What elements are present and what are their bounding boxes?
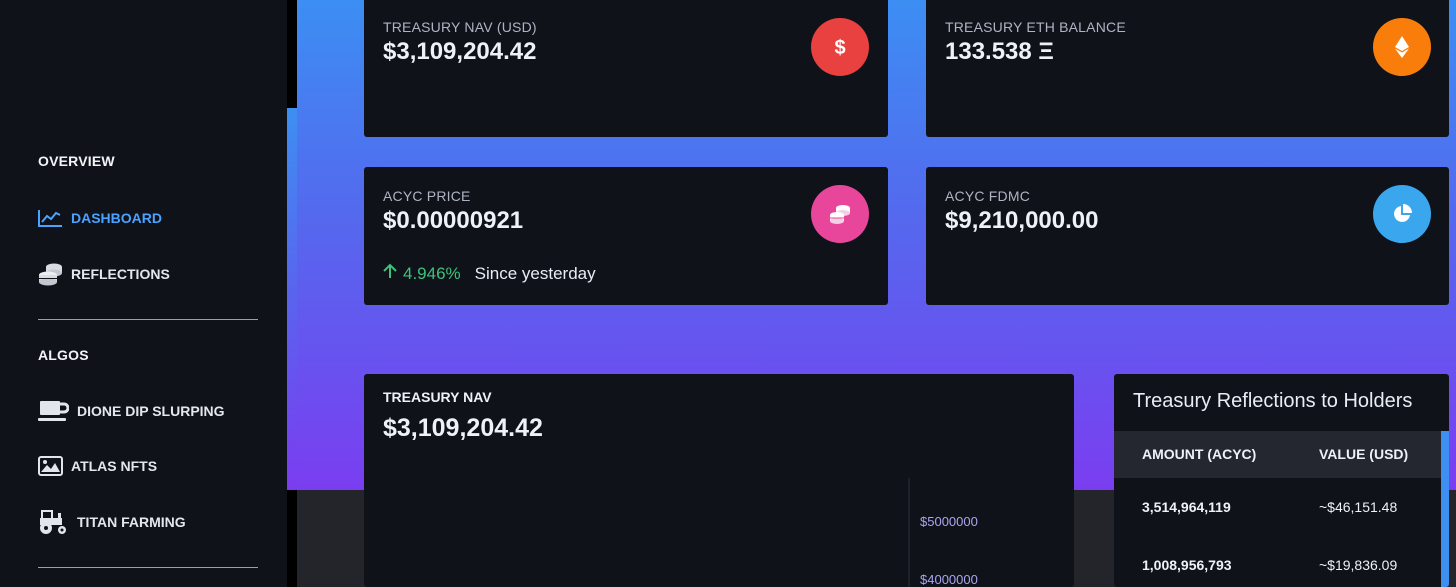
pie-chart-icon	[1373, 185, 1431, 243]
card-label: ACYC PRICE	[383, 188, 471, 204]
cell-value: ~$19,836.09	[1319, 557, 1398, 573]
coins-icon	[38, 262, 63, 286]
section-title-overview: OVERVIEW	[38, 153, 115, 169]
price-change-since: Since yesterday	[474, 263, 596, 283]
y-tick-label: $4000000	[920, 572, 978, 587]
section-title-algos: ALGOS	[38, 347, 89, 363]
price-change: 4.946% Since yesterday	[383, 263, 596, 284]
cell-amount: 3,514,964,119	[1142, 499, 1231, 515]
sidebar-item-label: REFLECTIONS	[71, 266, 170, 282]
sidebar-item-dione-dip-slurping[interactable]: DIONE DIP SLURPING	[38, 400, 225, 422]
sidebar-item-titan-farming[interactable]: TITAN FARMING	[38, 509, 186, 535]
price-change-percent: 4.946%	[403, 263, 461, 283]
main-content: TREASURY NAV (USD) $3,109,204.42 $ TREAS…	[297, 0, 1456, 587]
chart-line-icon	[38, 209, 63, 227]
y-tick-label: $5000000	[920, 514, 978, 529]
card-value: 133.538 Ξ	[945, 38, 1054, 65]
card-label: TREASURY NAV (USD)	[383, 19, 537, 35]
treasury-nav-chart: $5000000 $4000000	[908, 478, 978, 587]
column-header-value: VALUE (USD)	[1319, 446, 1409, 462]
sidebar-item-atlas-nfts[interactable]: ATLAS NFTS	[38, 456, 157, 476]
card-value: $9,210,000.00	[945, 207, 1099, 234]
sidebar: OVERVIEW DASHBOARD REFLECTIONS ALGOS DIO…	[0, 0, 287, 587]
reflections-table-card: Treasury Reflections to Holders AMOUNT (…	[1114, 374, 1449, 587]
sidebar-item-dashboard[interactable]: DASHBOARD	[38, 209, 162, 227]
sidebar-divider	[38, 319, 258, 320]
reflections-title: Treasury Reflections to Holders	[1133, 390, 1413, 412]
tractor-icon	[38, 509, 69, 535]
coins-icon	[811, 185, 869, 243]
sidebar-item-label: TITAN FARMING	[77, 514, 186, 530]
card-label: TREASURY ETH BALANCE	[945, 19, 1126, 35]
ethereum-icon	[1373, 18, 1431, 76]
treasury-nav-chart-card: TREASURY NAV $3,109,204.42 $5000000 $4000…	[364, 374, 1074, 587]
card-value: $3,109,204.42	[383, 38, 537, 65]
sidebar-divider	[38, 567, 258, 568]
svg-text:$: $	[834, 37, 845, 58]
sidebar-item-reflections[interactable]: REFLECTIONS	[38, 262, 170, 286]
card-acyc-price: ACYC PRICE $0.00000921 4.946% Since yest…	[364, 167, 888, 305]
card-treasury-nav: TREASURY NAV (USD) $3,109,204.42 $	[364, 0, 888, 137]
table-header: AMOUNT (ACYC) VALUE (USD)	[1114, 431, 1449, 478]
cell-amount: 1,008,956,793	[1142, 557, 1232, 573]
column-header-amount: AMOUNT (ACYC)	[1142, 446, 1257, 462]
arrow-up-icon	[383, 263, 397, 284]
cell-value: ~$46,151.48	[1319, 499, 1398, 515]
table-scrollbar[interactable]	[1441, 431, 1449, 587]
card-acyc-fdmc: ACYC FDMC $9,210,000.00	[926, 167, 1449, 305]
card-value: $0.00000921	[383, 207, 524, 234]
card-label: ACYC FDMC	[945, 188, 1031, 204]
image-icon	[38, 456, 63, 476]
sidebar-item-label: DIONE DIP SLURPING	[77, 403, 225, 419]
sidebar-scroll-indicator	[287, 108, 297, 587]
mug-icon	[38, 400, 69, 422]
card-treasury-eth-balance: TREASURY ETH BALANCE 133.538 Ξ	[926, 0, 1449, 137]
sidebar-item-label: ATLAS NFTS	[71, 458, 158, 474]
sidebar-item-label: DASHBOARD	[71, 210, 162, 226]
dollar-icon: $	[811, 18, 869, 76]
